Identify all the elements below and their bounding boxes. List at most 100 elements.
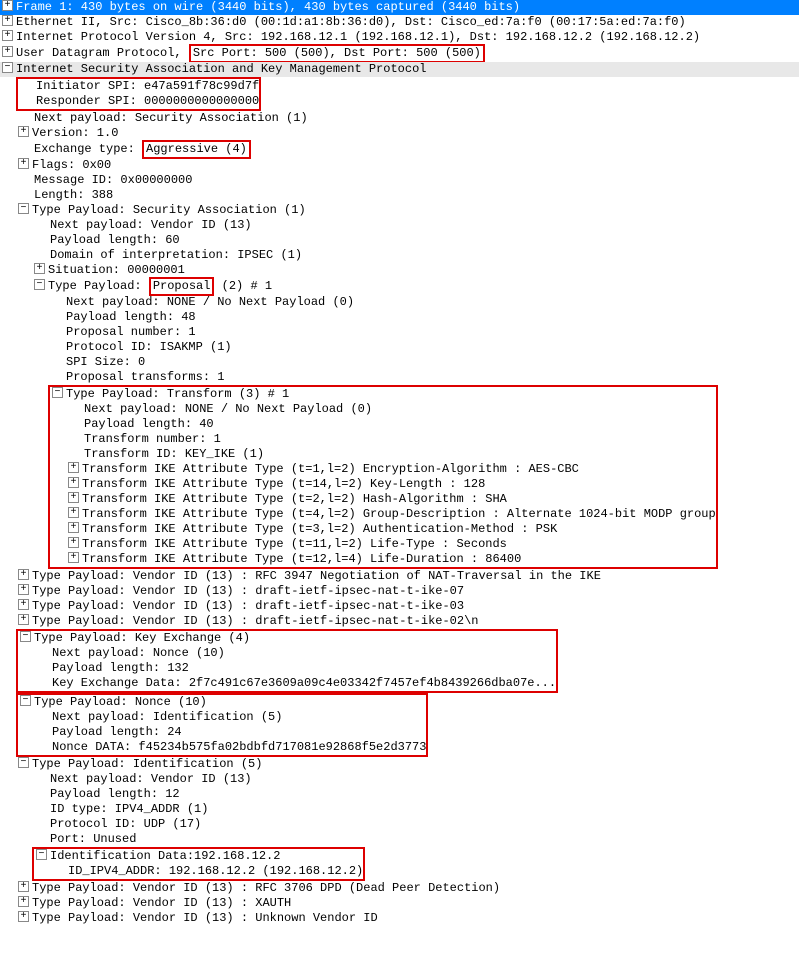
expand-icon[interactable]: +	[68, 507, 79, 518]
id-type: ID type: IPV4_ADDR (1)	[50, 802, 208, 816]
expand-icon[interactable]: +	[18, 614, 29, 625]
vid5-row[interactable]: +Type Payload: Vendor ID (13) : RFC 3706…	[0, 881, 799, 896]
transform-id-row[interactable]: Transform ID: KEY_IKE (1)	[50, 447, 716, 462]
vid6: Type Payload: Vendor ID (13) : XAUTH	[32, 896, 291, 910]
id-title-row[interactable]: −Type Payload: Identification (5)	[0, 757, 799, 772]
nonce-len-row[interactable]: Payload length: 24	[18, 725, 426, 740]
vid7-row[interactable]: +Type Payload: Vendor ID (13) : Unknown …	[0, 911, 799, 926]
expand-icon[interactable]: +	[18, 881, 29, 892]
expand-icon[interactable]: +	[18, 158, 29, 169]
udp-row[interactable]: +User Datagram Protocol, Src Port: 500 (…	[0, 45, 799, 62]
expand-icon[interactable]: +	[68, 552, 79, 563]
sa-situation-row[interactable]: +Situation: 00000001	[0, 263, 799, 278]
id-data-row[interactable]: −Identification Data:192.168.12.2	[34, 849, 363, 864]
ke-len-row[interactable]: Payload length: 132	[18, 661, 556, 676]
expand-icon[interactable]: +	[68, 462, 79, 473]
prop-num-row[interactable]: Proposal number: 1	[0, 325, 799, 340]
vid2-row[interactable]: +Type Payload: Vendor ID (13) : draft-ie…	[0, 584, 799, 599]
id-port-row[interactable]: Port: Unused	[0, 832, 799, 847]
expand-icon[interactable]: +	[18, 896, 29, 907]
ke-title-row[interactable]: −Type Payload: Key Exchange (4)	[18, 631, 556, 646]
ip-row[interactable]: +Internet Protocol Version 4, Src: 192.1…	[0, 30, 799, 45]
exchange-highlight: Aggressive (4)	[142, 140, 251, 159]
expand-icon[interactable]: +	[18, 584, 29, 595]
expand-icon[interactable]: +	[18, 569, 29, 580]
id-title: Type Payload: Identification (5)	[32, 757, 262, 771]
nonce-len: Payload length: 24	[52, 725, 182, 739]
frame-summary-row[interactable]: +Frame 1: 430 bytes on wire (3440 bits),…	[0, 0, 799, 15]
exchange-type-row[interactable]: Exchange type: Aggressive (4)	[0, 141, 799, 158]
id-next: Next payload: Vendor ID (13)	[50, 772, 252, 786]
collapse-icon[interactable]: −	[20, 695, 31, 706]
transform-attr1-row[interactable]: +Transform IKE Attribute Type (t=1,l=2) …	[50, 462, 716, 477]
vid1-row[interactable]: +Type Payload: Vendor ID (13) : RFC 3947…	[0, 569, 799, 584]
responder-spi-row[interactable]: Responder SPI: 0000000000000000	[18, 94, 259, 109]
transform-next-row[interactable]: Next payload: NONE / No Next Payload (0)	[50, 402, 716, 417]
expand-icon[interactable]: +	[18, 126, 29, 137]
msgid-row[interactable]: Message ID: 0x00000000	[0, 173, 799, 188]
collapse-icon[interactable]: −	[20, 631, 31, 642]
transform-attr5-row[interactable]: +Transform IKE Attribute Type (t=3,l=2) …	[50, 522, 716, 537]
transform-title-row[interactable]: −Type Payload: Transform (3) # 1	[50, 387, 716, 402]
prop-next-row[interactable]: Next payload: NONE / No Next Payload (0)	[0, 295, 799, 310]
prop-spi-row[interactable]: SPI Size: 0	[0, 355, 799, 370]
transform-num-row[interactable]: Transform number: 1	[50, 432, 716, 447]
nonce-title-row[interactable]: −Type Payload: Nonce (10)	[18, 695, 426, 710]
collapse-icon[interactable]: −	[18, 757, 29, 768]
transform-attr6-row[interactable]: +Transform IKE Attribute Type (t=11,l=2)…	[50, 537, 716, 552]
ethernet-row[interactable]: +Ethernet II, Src: Cisco_8b:36:d0 (00:1d…	[0, 15, 799, 30]
vid6-row[interactable]: +Type Payload: Vendor ID (13) : XAUTH	[0, 896, 799, 911]
expand-icon[interactable]: +	[2, 15, 13, 26]
sa-doi-row[interactable]: Domain of interpretation: IPSEC (1)	[0, 248, 799, 263]
ke-next-row[interactable]: Next payload: Nonce (10)	[18, 646, 556, 661]
spi-highlight-box: Initiator SPI: e47a591f78c99d7f Responde…	[16, 77, 261, 111]
collapse-icon[interactable]: −	[36, 849, 47, 860]
proposal-row[interactable]: −Type Payload: Proposal (2) # 1	[0, 278, 799, 295]
collapse-icon[interactable]: −	[2, 62, 13, 73]
version-row[interactable]: +Version: 1.0	[0, 126, 799, 141]
expand-icon[interactable]: +	[68, 492, 79, 503]
ke-data-row[interactable]: Key Exchange Data: 2f7c491c67e3609a09c4e…	[18, 676, 556, 691]
prop-len-row[interactable]: Payload length: 48	[0, 310, 799, 325]
vid3-row[interactable]: +Type Payload: Vendor ID (13) : draft-ie…	[0, 599, 799, 614]
collapse-icon[interactable]: −	[52, 387, 63, 398]
expand-icon[interactable]: +	[68, 477, 79, 488]
initiator-spi-row[interactable]: Initiator SPI: e47a591f78c99d7f	[18, 79, 259, 94]
expand-icon[interactable]: +	[68, 522, 79, 533]
nonce-next-row[interactable]: Next payload: Identification (5)	[18, 710, 426, 725]
id-proto-row[interactable]: Protocol ID: UDP (17)	[0, 817, 799, 832]
transform-title: Type Payload: Transform (3) # 1	[66, 387, 289, 401]
nonce-highlight-box: −Type Payload: Nonce (10) Next payload: …	[16, 693, 428, 757]
expand-icon[interactable]: +	[34, 263, 45, 274]
id-next-row[interactable]: Next payload: Vendor ID (13)	[0, 772, 799, 787]
prop-proto-row[interactable]: Protocol ID: ISAKMP (1)	[0, 340, 799, 355]
transform-len-row[interactable]: Payload length: 40	[50, 417, 716, 432]
sa-payload-row[interactable]: −Type Payload: Security Association (1)	[0, 203, 799, 218]
expand-icon[interactable]: +	[18, 911, 29, 922]
transform-attr7-row[interactable]: +Transform IKE Attribute Type (t=12,l=4)…	[50, 552, 716, 567]
next-payload-row[interactable]: Next payload: Security Association (1)	[0, 111, 799, 126]
expand-icon[interactable]: +	[2, 30, 13, 41]
isakmp-row[interactable]: −Internet Security Association and Key M…	[0, 62, 799, 77]
expand-icon[interactable]: +	[2, 46, 13, 57]
transform-attr4-row[interactable]: +Transform IKE Attribute Type (t=4,l=2) …	[50, 507, 716, 522]
collapse-icon[interactable]: −	[18, 203, 29, 214]
expand-icon[interactable]: +	[68, 537, 79, 548]
message-id: Message ID: 0x00000000	[34, 173, 192, 187]
nonce-data-row[interactable]: Nonce DATA: f45234b575fa02bdbfd717081e92…	[18, 740, 426, 755]
expand-icon[interactable]: +	[2, 0, 13, 11]
id-len-row[interactable]: Payload length: 12	[0, 787, 799, 802]
sa-len-row[interactable]: Payload length: 60	[0, 233, 799, 248]
isakmp-length-row[interactable]: Length: 388	[0, 188, 799, 203]
flags-row[interactable]: +Flags: 0x00	[0, 158, 799, 173]
exchange-value: Aggressive (4)	[146, 142, 247, 156]
collapse-icon[interactable]: −	[34, 279, 45, 290]
transform-attr2-row[interactable]: +Transform IKE Attribute Type (t=14,l=2)…	[50, 477, 716, 492]
expand-icon[interactable]: +	[18, 599, 29, 610]
id-addr-row[interactable]: ID_IPV4_ADDR: 192.168.12.2 (192.168.12.2…	[34, 864, 363, 879]
transform-attr3-row[interactable]: +Transform IKE Attribute Type (t=2,l=2) …	[50, 492, 716, 507]
prop-trans-row[interactable]: Proposal transforms: 1	[0, 370, 799, 385]
id-type-row[interactable]: ID type: IPV4_ADDR (1)	[0, 802, 799, 817]
vid4-row[interactable]: +Type Payload: Vendor ID (13) : draft-ie…	[0, 614, 799, 629]
sa-next-row[interactable]: Next payload: Vendor ID (13)	[0, 218, 799, 233]
